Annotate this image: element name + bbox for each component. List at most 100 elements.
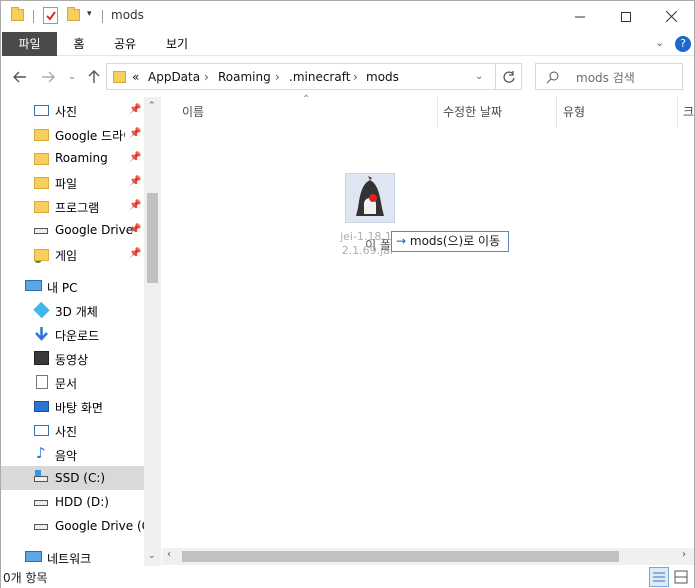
folder-icon xyxy=(11,7,24,21)
column-header-type[interactable]: 유형 xyxy=(563,103,585,120)
scroll-right-icon[interactable]: › xyxy=(682,549,686,560)
column-divider[interactable] xyxy=(677,97,678,127)
nav-scrollbar-thumb[interactable] xyxy=(147,193,158,283)
nav-label: 다운로드 xyxy=(55,329,100,343)
status-bar: 0개 항목 xyxy=(1,567,694,588)
nav-item-downloads[interactable]: 다운로드 xyxy=(1,322,144,346)
nav-item-3d-objects[interactable]: 3D 개체 xyxy=(1,298,144,322)
nav-item-ssd-c[interactable]: SSD (C:) xyxy=(1,466,144,490)
details-view-button[interactable] xyxy=(649,567,669,587)
refresh-button[interactable] xyxy=(495,63,522,90)
nav-scrollbar[interactable]: ⌃ ⌄ xyxy=(144,97,161,566)
address-bar[interactable]: « AppData › Roaming › .minecraft › mods … xyxy=(106,63,522,90)
breadcrumb-roaming[interactable]: Roaming xyxy=(218,70,271,84)
divider xyxy=(33,10,34,23)
nav-item-roaming[interactable]: Roaming 📌 xyxy=(1,146,144,170)
help-icon[interactable]: ? xyxy=(675,36,691,52)
horizontal-scrollbar-thumb[interactable] xyxy=(182,551,619,562)
back-button[interactable] xyxy=(11,65,29,89)
maximize-button[interactable] xyxy=(603,1,649,32)
forward-button[interactable] xyxy=(39,65,57,89)
recent-locations-icon[interactable]: ⌄ xyxy=(65,65,79,89)
address-overflow[interactable]: « xyxy=(132,70,139,84)
pin-icon: 📌 xyxy=(129,104,142,115)
nav-label: HDD (D:) xyxy=(55,495,109,509)
search-icon xyxy=(546,71,559,87)
column-header-date[interactable]: 수정한 날짜 xyxy=(443,103,502,120)
folder-icon xyxy=(34,201,49,213)
move-arrow-icon: → xyxy=(396,234,407,248)
breadcrumb-appdata[interactable]: AppData xyxy=(148,70,200,84)
pin-icon: 📌 xyxy=(129,248,142,259)
search-box[interactable]: mods 검색 xyxy=(535,63,683,90)
window-title: mods xyxy=(111,8,144,22)
address-dropdown-icon[interactable]: ⌄ xyxy=(475,71,483,82)
nav-label: 내 PC xyxy=(47,281,78,295)
drive-icon xyxy=(34,500,48,506)
search-placeholder: mods 검색 xyxy=(576,71,635,85)
minimize-button[interactable] xyxy=(557,1,603,32)
scroll-down-icon[interactable]: ⌄ xyxy=(148,551,156,561)
nav-label: 게임 xyxy=(55,249,78,263)
chevron-right-icon[interactable]: › xyxy=(204,70,209,84)
file-list-pane[interactable]: ⌃ 이 폴더는 비어 있습니다. xyxy=(162,94,694,548)
column-divider[interactable] xyxy=(556,97,557,127)
pin-icon: 📌 xyxy=(129,152,142,163)
nav-item-videos[interactable]: 동영상 xyxy=(1,346,144,370)
nav-item-desktop[interactable]: 바탕 화면 xyxy=(1,394,144,418)
nav-item-this-pc[interactable]: 내 PC xyxy=(1,274,144,298)
nav-label: 바탕 화면 xyxy=(55,401,103,415)
pin-icon: 📌 xyxy=(129,224,142,235)
nav-item-games[interactable]: 게임 📌 xyxy=(1,242,144,266)
column-divider[interactable] xyxy=(437,97,438,127)
pin-icon: 📌 xyxy=(129,200,142,211)
up-button[interactable] xyxy=(85,65,103,89)
nav-label: Roaming xyxy=(55,151,108,165)
new-folder-icon[interactable] xyxy=(67,7,80,21)
dragged-jar-file-icon xyxy=(345,173,395,223)
close-button[interactable] xyxy=(648,1,694,32)
computer-icon xyxy=(25,280,42,291)
videos-icon xyxy=(34,351,49,365)
3d-objects-icon xyxy=(33,301,50,319)
tab-view[interactable]: 보기 xyxy=(159,32,195,56)
nav-item-hdd-d[interactable]: HDD (D:) xyxy=(1,490,144,514)
nav-item-files[interactable]: 파일 📌 xyxy=(1,170,144,194)
chevron-right-icon[interactable]: › xyxy=(353,70,358,84)
nav-label: 파일 xyxy=(55,177,78,191)
folder-icon xyxy=(113,71,126,83)
scroll-left-icon[interactable]: ‹ xyxy=(167,549,171,560)
tab-file[interactable]: 파일 xyxy=(2,32,57,56)
column-header-size[interactable]: 크 xyxy=(683,103,694,120)
nav-item-google-drive-folder[interactable]: Google 드라이 📌 xyxy=(1,122,144,263)
folder-icon xyxy=(34,249,49,261)
ribbon-tabs: 파일 홈 공유 보기 ⌄ ? xyxy=(1,32,694,56)
chevron-right-icon[interactable]: › xyxy=(275,70,280,84)
nav-item-google-drive-g[interactable]: Google Drive (G: xyxy=(1,514,144,538)
expand-ribbon-icon[interactable]: ⌄ xyxy=(655,36,664,49)
nav-item-pictures-pc[interactable]: 사진 xyxy=(1,418,144,442)
drive-icon xyxy=(34,524,48,530)
scroll-up-icon[interactable]: ⌃ xyxy=(148,101,156,111)
folder-icon xyxy=(34,153,49,165)
tab-home[interactable]: 홈 xyxy=(63,32,95,56)
windows-logo-icon xyxy=(35,470,41,476)
nav-item-programs[interactable]: 프로그램 📌 xyxy=(1,194,144,218)
nav-item-google-drive[interactable]: Google Drive 📌 xyxy=(1,218,144,242)
nav-item-documents[interactable]: 문서 xyxy=(1,370,144,394)
horizontal-scrollbar[interactable]: ‹ › xyxy=(162,548,694,565)
breadcrumb-minecraft[interactable]: .minecraft xyxy=(289,70,350,84)
nav-label: 사진 xyxy=(55,105,78,119)
properties-icon[interactable] xyxy=(43,7,58,24)
drive-icon xyxy=(34,228,48,234)
nav-item-pictures[interactable]: 사진 📌 xyxy=(1,98,144,122)
nav-label: SSD (C:) xyxy=(55,471,106,485)
tab-share[interactable]: 공유 xyxy=(107,32,143,56)
customize-quick-access-icon[interactable]: ▾ xyxy=(87,9,92,19)
nav-item-network[interactable]: 네트워크 xyxy=(1,545,144,569)
nav-label: 프로그램 xyxy=(55,201,100,215)
breadcrumb-mods[interactable]: mods xyxy=(366,70,399,84)
large-icons-view-button[interactable] xyxy=(671,567,691,587)
column-header-name[interactable]: 이름 xyxy=(182,103,204,120)
nav-item-music[interactable]: ♪ 음악 xyxy=(1,442,144,466)
